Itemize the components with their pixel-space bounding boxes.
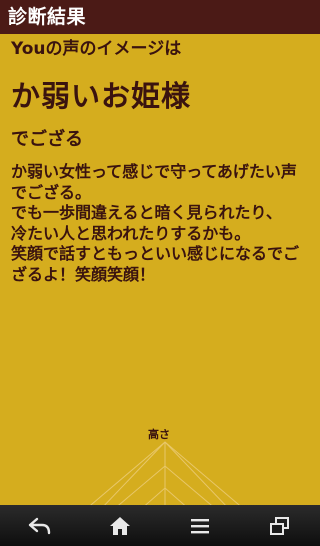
result-subtitle: Youの声のイメージは [11,39,182,59]
result-suffix: でござる [11,129,83,150]
radar-spoke-left [99,441,166,510]
app-header: 診断結果 [0,0,320,34]
radar-axis-label: 高さ [148,428,170,441]
recent-apps-icon [270,516,289,535]
result-content: Youの声のイメージは か弱いお姫様 でござる か弱い女性って感じで守ってあげた… [11,38,311,286]
menu-button[interactable] [178,505,222,546]
home-button[interactable] [98,505,142,546]
back-icon [28,517,51,534]
result-description: か弱い女性って感じで守ってあげたい声でござる。 でも一歩間違えると暗く見られたり… [11,162,300,284]
header-title: 診断結果 [8,6,87,28]
back-button[interactable] [18,505,62,546]
system-navigation-bar [0,505,320,546]
radar-spoke-right [164,441,231,510]
menu-icon [191,518,209,533]
recent-apps-button[interactable] [258,505,302,546]
result-title: か弱いお姫様 [11,79,192,113]
home-icon [110,516,130,535]
